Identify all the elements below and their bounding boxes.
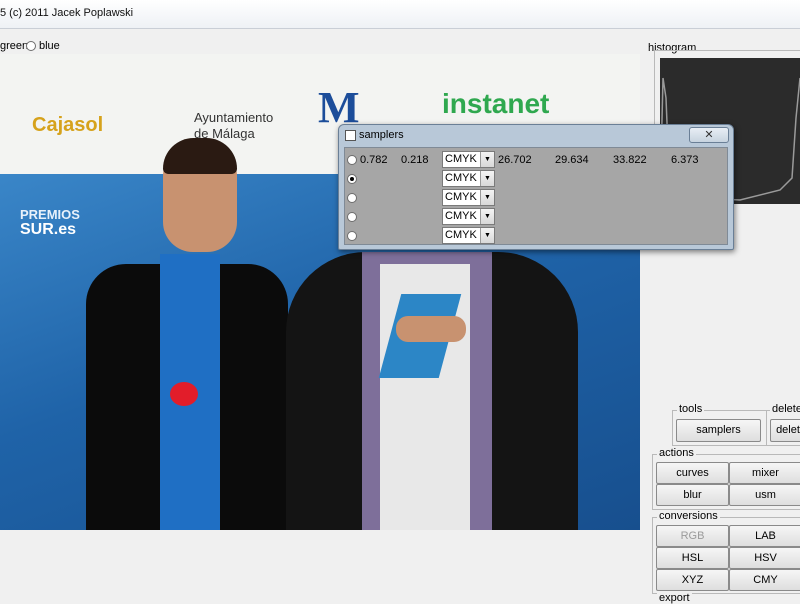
banner-logo-instanet: instanet: [442, 88, 550, 119]
sampler-select-radio[interactable]: [347, 231, 357, 241]
sampler-row: CMYK ▼: [345, 169, 727, 188]
person-right-hand: [396, 316, 466, 342]
sampler-channel-3: 33.822: [613, 154, 647, 166]
close-icon[interactable]: ✕: [689, 127, 729, 143]
sampler-x: 0.782: [360, 154, 388, 166]
xyz-button[interactable]: XYZ: [656, 569, 729, 591]
sampler-y: 0.218: [401, 154, 429, 166]
sampler-mode-value: CMYK: [445, 191, 477, 203]
banner-logo-cajasol: Cajasol: [32, 114, 104, 136]
window-titlebar: 5 (c) 2011 Jacek Poplawski: [0, 0, 800, 29]
sampler-mode-value: CMYK: [445, 153, 477, 165]
chevron-down-icon: ▼: [480, 190, 494, 205]
sampler-mode-select[interactable]: CMYK ▼: [442, 170, 495, 187]
channel-option-green-label[interactable]: green: [0, 40, 28, 52]
samplers-dialog: samplers ✕ 0.782 0.218 CMYK ▼ 26.702 29.…: [338, 124, 734, 250]
sampler-row: CMYK ▼: [345, 226, 727, 245]
chevron-down-icon: ▼: [480, 171, 494, 186]
rgb-button: RGB: [656, 525, 729, 547]
sampler-mode-value: CMYK: [445, 172, 477, 184]
conversions-group-title: conversions: [657, 510, 720, 522]
channel-option-blue-label[interactable]: blue: [39, 40, 60, 52]
sampler-mode-value: CMYK: [445, 229, 477, 241]
hsv-button[interactable]: HSV: [729, 547, 800, 569]
banner-logo-ayuntamiento: Ayuntamiento: [194, 110, 274, 125]
tools-group-title: tools: [677, 403, 705, 415]
heart-icon: [170, 382, 198, 406]
delete-group-title: delete: [770, 403, 800, 415]
lab-button[interactable]: LAB: [729, 525, 800, 547]
channel-option-blue-radio[interactable]: [26, 41, 36, 51]
sampler-channel-2: 29.634: [555, 154, 589, 166]
dialog-window-icon: [345, 130, 356, 141]
sampler-mode-value: CMYK: [445, 210, 477, 222]
blur-button[interactable]: blur: [656, 484, 729, 506]
samplers-button[interactable]: samplers: [676, 419, 761, 442]
chevron-down-icon: ▼: [480, 209, 494, 224]
samplers-table: 0.782 0.218 CMYK ▼ 26.702 29.634 33.822 …: [344, 147, 728, 245]
chevron-down-icon: ▼: [480, 152, 494, 167]
sampler-mode-select[interactable]: CMYK ▼: [442, 227, 495, 244]
channel-selector: green blue: [0, 38, 640, 54]
curves-button[interactable]: curves: [656, 462, 729, 484]
sampler-mode-select[interactable]: CMYK ▼: [442, 189, 495, 206]
sampler-select-radio[interactable]: [347, 174, 357, 184]
mixer-button[interactable]: mixer: [729, 462, 800, 484]
delete-button[interactable]: delet: [770, 419, 800, 442]
sampler-select-radio[interactable]: [347, 155, 357, 165]
hsl-button[interactable]: HSL: [656, 547, 729, 569]
sampler-row: CMYK ▼: [345, 207, 727, 226]
sampler-channel-1: 26.702: [498, 154, 532, 166]
cmy-button[interactable]: CMY: [729, 569, 800, 591]
sampler-mode-select[interactable]: CMYK ▼: [442, 208, 495, 225]
sampler-channel-4: 6.373: [671, 154, 699, 166]
banner-premios: PREMIOS: [20, 207, 80, 222]
export-group-title: export: [657, 592, 692, 604]
sampler-select-radio[interactable]: [347, 212, 357, 222]
banner-sur: SUR.es: [20, 221, 77, 238]
sampler-mode-select[interactable]: CMYK ▼: [442, 151, 495, 168]
sampler-row: CMYK ▼: [345, 188, 727, 207]
usm-button[interactable]: usm: [729, 484, 800, 506]
actions-group-title: actions: [657, 447, 696, 459]
chevron-down-icon: ▼: [480, 228, 494, 243]
sampler-row: 0.782 0.218 CMYK ▼ 26.702 29.634 33.822 …: [345, 150, 727, 169]
sampler-select-radio[interactable]: [347, 193, 357, 203]
window-title: 5 (c) 2011 Jacek Poplawski: [0, 7, 134, 19]
samplers-dialog-title: samplers: [359, 129, 404, 141]
